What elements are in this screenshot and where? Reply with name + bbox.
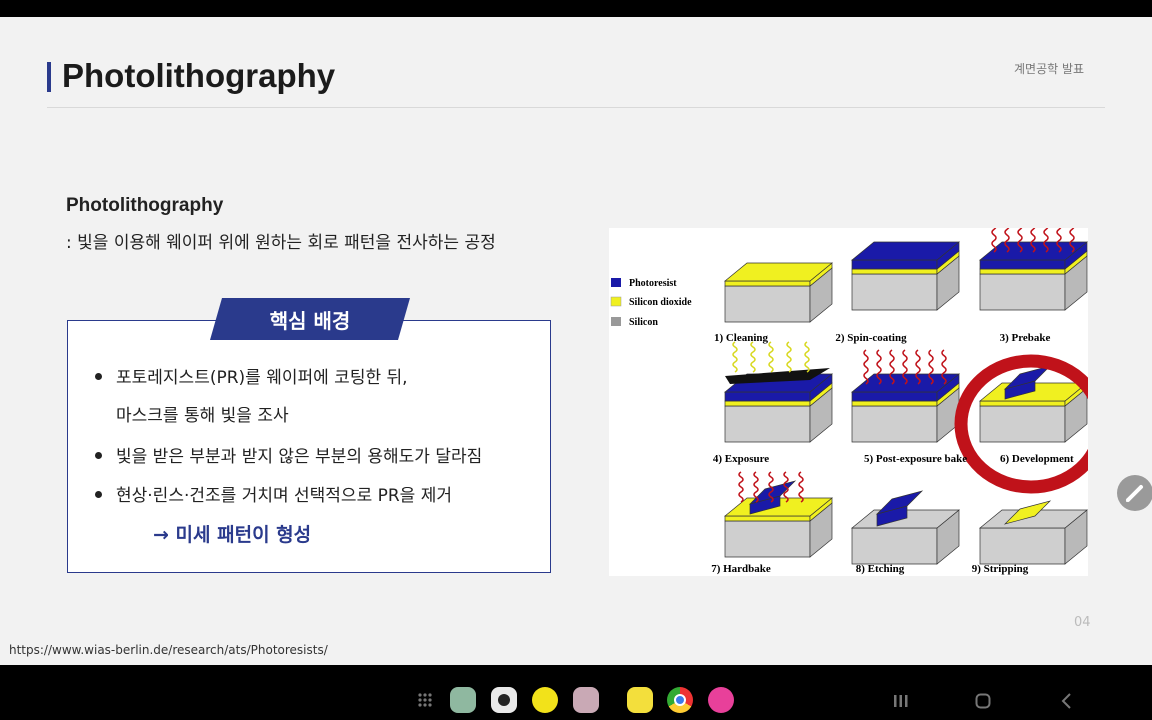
- status-bar: [0, 0, 1152, 17]
- title-divider: [47, 107, 1105, 108]
- layer-front: [979, 268, 1066, 275]
- gallery-icon[interactable]: [573, 687, 599, 713]
- step-label: 2) Spin-coating: [835, 332, 907, 344]
- layer-front: [979, 400, 1066, 407]
- layer-front: [724, 391, 811, 402]
- layer-front: [724, 515, 811, 522]
- silicon-front: [979, 273, 1066, 311]
- step-label: 9) Stripping: [972, 563, 1029, 575]
- silicon-front: [979, 405, 1066, 443]
- legend-swatch-silicon: [611, 317, 621, 326]
- heat-wave: [753, 471, 759, 503]
- silicon-front: [724, 405, 811, 443]
- pen-edit-button[interactable]: [1117, 475, 1152, 511]
- layer-front: [851, 400, 938, 407]
- back-button[interactable]: [1060, 693, 1074, 709]
- silicon-front: [851, 273, 938, 311]
- legend-swatch-photoresist: [611, 278, 621, 287]
- heat-wave: [804, 341, 810, 373]
- box-title-tab: 핵심 배경: [210, 298, 410, 340]
- photolithography-process-figure: Photoresist Silicon dioxide Silicon 1) C…: [609, 217, 1108, 576]
- layer-front: [979, 259, 1066, 270]
- heat-wave: [798, 471, 804, 503]
- heat-wave: [768, 341, 774, 373]
- chrome-icon[interactable]: [667, 687, 693, 713]
- source-url: https://www.wias-berlin.de/research/ats/…: [9, 643, 328, 657]
- page-number: 04: [1074, 615, 1091, 630]
- heat-wave: [732, 341, 738, 373]
- heat-wave: [786, 341, 792, 373]
- layer-front: [851, 259, 938, 270]
- step-label: 3) Prebake: [1000, 332, 1051, 344]
- bullet-item-continuation: 마스크를 통해 빛을 조사: [116, 406, 289, 426]
- legend-photoresist: Photoresist: [629, 278, 677, 289]
- step-label: 8) Etching: [856, 563, 905, 575]
- silicon-front: [851, 527, 938, 565]
- legend-oxide: Silicon dioxide: [629, 297, 692, 308]
- notes-icon[interactable]: [627, 687, 653, 713]
- android-nav-bar: [0, 665, 1152, 720]
- layer-front: [851, 391, 938, 402]
- heat-wave: [750, 341, 756, 373]
- heat-wave: [738, 471, 744, 503]
- presentation-brand: 계면공학 발표: [1014, 62, 1085, 76]
- bullet-item: 포토레지스트(PR)를 웨이퍼에 코팅한 뒤,: [95, 363, 408, 388]
- section-heading: Photolithography: [66, 195, 224, 216]
- apps-grid-icon[interactable]: [417, 692, 433, 708]
- step-label: 6) Development: [1000, 453, 1074, 465]
- heat-wave: [863, 349, 869, 385]
- flower-icon[interactable]: [708, 687, 734, 713]
- layer-front: [724, 400, 811, 407]
- layer-front: [724, 280, 811, 287]
- recents-button[interactable]: [893, 694, 909, 708]
- silicon-front: [851, 405, 938, 443]
- silicon-front: [979, 527, 1066, 565]
- tasks-icon[interactable]: [532, 687, 558, 713]
- step-label: 4) Exposure: [713, 453, 769, 465]
- home-button[interactable]: [975, 693, 991, 709]
- legend-swatch-oxide: [610, 296, 622, 307]
- folder-icon[interactable]: [450, 687, 476, 713]
- step-label: 7) Hardbake: [711, 563, 771, 575]
- title-accent-bar: [47, 62, 51, 92]
- camera-icon[interactable]: [491, 687, 517, 713]
- silicon-front: [724, 285, 811, 323]
- pencil-icon: [1126, 485, 1143, 502]
- bullet-item: 빛을 받은 부분과 받지 않은 부분의 용해도가 달라짐: [95, 442, 482, 467]
- presentation-slide: Photolithography 계면공학 발표 Photolithograph…: [0, 17, 1152, 665]
- step-label: 1) Cleaning: [714, 332, 769, 344]
- bullet-item: 현상·린스·건조를 거치며 선택적으로 PR을 제거: [95, 481, 452, 506]
- box-title: 핵심 배경: [269, 309, 351, 333]
- definition-text: : 빛을 이용해 웨이퍼 위에 원하는 회로 패턴을 전사하는 공정: [66, 233, 496, 253]
- layer-front: [851, 268, 938, 275]
- result-text: → 미세 패턴이 형성: [153, 524, 312, 546]
- legend-silicon: Silicon: [629, 317, 658, 328]
- silicon-front: [724, 520, 811, 558]
- slide-title: Photolithography: [62, 57, 336, 94]
- step-label: 5) Post-exposure bake: [864, 453, 967, 465]
